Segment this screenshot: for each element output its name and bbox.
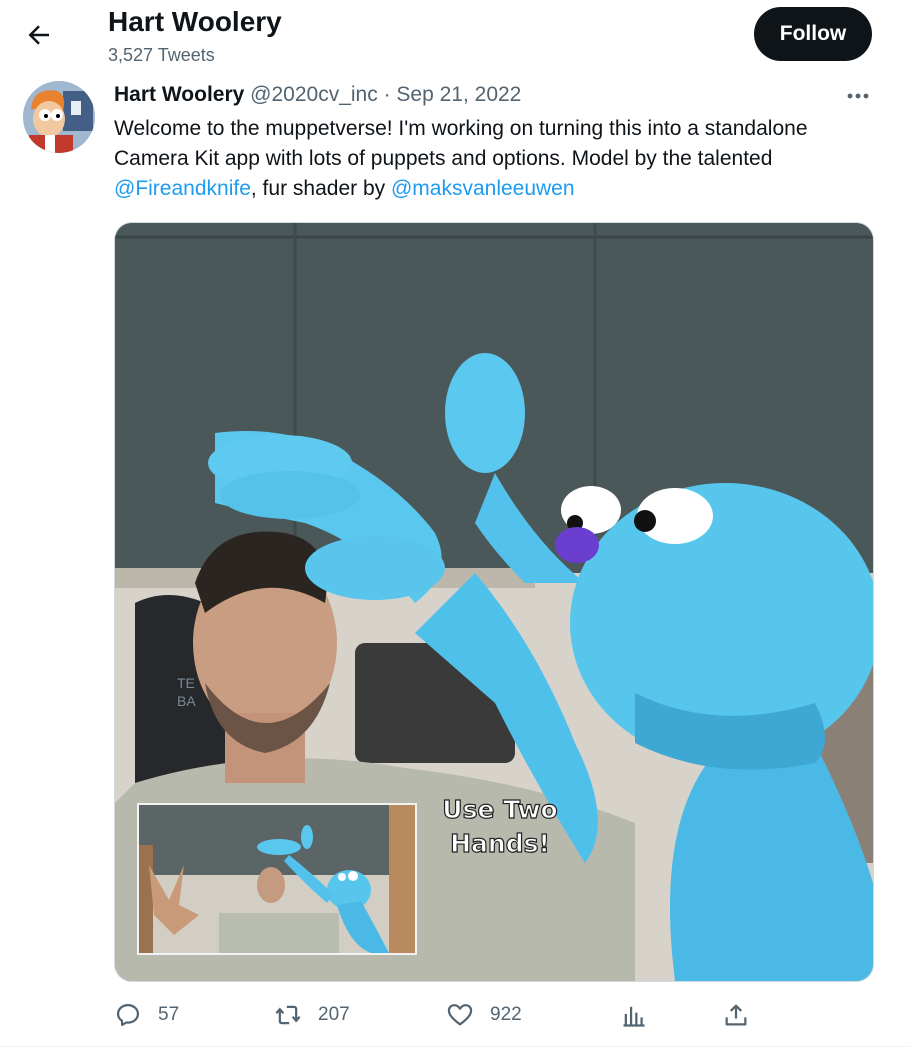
mention-fireandknife[interactable]: @Fireandknife: [114, 177, 251, 200]
author-name[interactable]: Hart Woolery: [114, 83, 244, 106]
profile-name: Hart Woolery: [108, 6, 282, 37]
retweet-action[interactable]: 207: [274, 1000, 350, 1030]
heart-icon: [447, 1004, 473, 1026]
analytics-action[interactable]: [620, 1000, 648, 1030]
tweet-count: 3,527 Tweets: [108, 45, 215, 65]
more-options-icon[interactable]: [842, 84, 874, 108]
divider: [0, 1046, 910, 1047]
like-count: 922: [490, 1004, 522, 1025]
analytics-icon: [623, 1006, 645, 1027]
tweet-text-part2: , fur shader by: [250, 177, 391, 200]
share-icon: [725, 1004, 747, 1026]
tweet-meta: Hart Woolery @2020cv_inc · Sep 21, 2022: [114, 83, 521, 107]
tweet-media-video[interactable]: TE BA Use Two Hands!: [114, 222, 874, 982]
meta-separator: ·: [383, 83, 391, 106]
retweet-count: 207: [318, 1004, 350, 1025]
reply-icon: [116, 1003, 140, 1027]
share-action[interactable]: [722, 1000, 750, 1030]
mention-maksvanleeuwen[interactable]: @maksvanleeuwen: [391, 177, 575, 200]
svg-text:BA: BA: [177, 693, 196, 709]
retweet-icon: [275, 1005, 301, 1025]
back-arrow-icon[interactable]: [24, 20, 54, 50]
tweet-text: Welcome to the muppetverse! I'm working …: [114, 114, 884, 204]
picture-in-picture-inset: [137, 803, 417, 955]
follow-button[interactable]: Follow: [754, 7, 872, 61]
author-handle[interactable]: @2020cv_inc: [250, 83, 378, 106]
media-caption: Use Two Hands!: [442, 794, 559, 858]
reply-action[interactable]: 57: [114, 1000, 179, 1030]
svg-text:TE: TE: [177, 675, 195, 691]
reply-count: 57: [158, 1004, 180, 1025]
like-action[interactable]: 922: [446, 1000, 522, 1030]
tweet-text-part1: Welcome to the muppetverse! I'm working …: [114, 117, 808, 170]
avatar[interactable]: [23, 81, 95, 153]
tweet-date[interactable]: Sep 21, 2022: [396, 83, 521, 106]
